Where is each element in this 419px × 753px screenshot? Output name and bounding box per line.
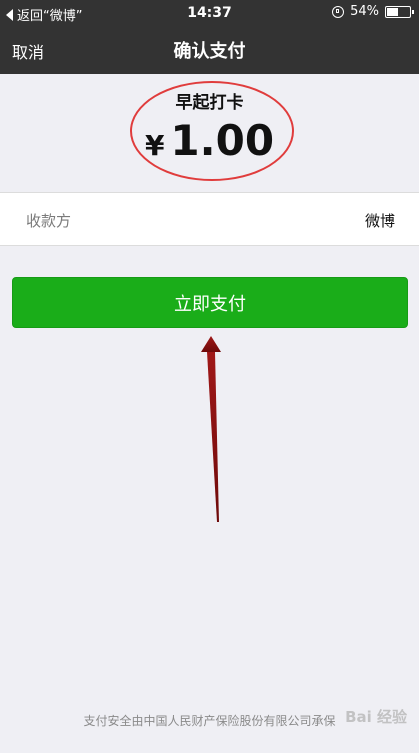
- rotation-lock-icon: [332, 5, 345, 18]
- amount-value: 1.00: [170, 116, 275, 165]
- payee-label: 收款方: [26, 212, 72, 230]
- merchant-name: 早起打卡: [175, 93, 244, 113]
- battery-percent: 54%: [350, 4, 379, 19]
- arrow-shaft: [207, 352, 219, 522]
- payee-value: 微博: [364, 212, 395, 230]
- payee-row: 收款方 微博: [0, 192, 419, 246]
- pay-now-label: 立即支付: [174, 293, 246, 315]
- battery-icon: [385, 5, 414, 18]
- status-indicators: 54%: [332, 4, 414, 19]
- pay-now-button[interactable]: 立即支付: [12, 277, 408, 328]
- nav-bar: 取消 确认支付: [0, 28, 419, 74]
- currency-symbol: ¥: [144, 129, 165, 162]
- status-bar: 返回“微博” 14:37 54%: [0, 0, 419, 28]
- battery-fill: [387, 7, 399, 16]
- page-title: 确认支付: [173, 41, 246, 62]
- arrow-head-icon: [201, 336, 221, 352]
- payment-amount: ¥1.00: [0, 116, 419, 165]
- payment-confirm-screen: 返回“微博” 14:37 54% 取消 确认支付 早起打卡 ¥1.00 收款方 …: [0, 0, 419, 753]
- amount-section: 早起打卡 ¥1.00: [0, 74, 419, 192]
- watermark-logo: Bai 经验: [345, 708, 407, 726]
